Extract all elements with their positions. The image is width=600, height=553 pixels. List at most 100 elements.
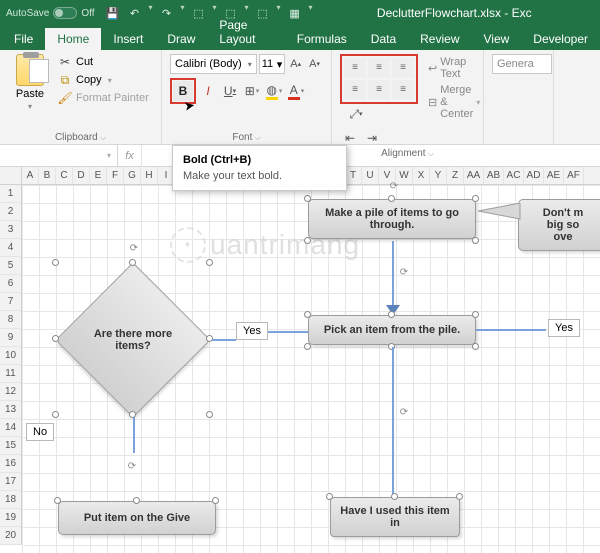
row-18[interactable]: 18 — [0, 491, 21, 509]
row-6[interactable]: 6 — [0, 275, 21, 293]
row-16[interactable]: 16 — [0, 455, 21, 473]
selection-handle[interactable] — [326, 493, 333, 500]
col-C[interactable]: C — [56, 167, 73, 184]
increase-font-button[interactable]: A▴ — [287, 54, 304, 74]
selection-handle[interactable] — [52, 259, 59, 266]
rotate-handle-icon[interactable]: ⟳ — [126, 461, 138, 473]
tab-formulas[interactable]: Formulas — [285, 28, 359, 50]
rotate-handle-icon[interactable]: ⟳ — [398, 267, 410, 279]
rotate-handle-icon[interactable]: ⟳ — [128, 243, 140, 255]
selection-handle[interactable] — [212, 497, 219, 504]
row-10[interactable]: 10 — [0, 347, 21, 365]
decrease-font-button[interactable]: A▾ — [306, 54, 323, 74]
select-all-corner[interactable] — [0, 167, 22, 184]
autosave-switch[interactable] — [53, 7, 77, 19]
align-bottom-center[interactable]: ≡ — [368, 80, 390, 100]
flow-shape-side-note[interactable]: Don't m big so ove — [518, 199, 600, 251]
cut-button[interactable]: ✂Cut — [56, 54, 151, 70]
col-G[interactable]: G — [124, 167, 141, 184]
col-Y[interactable]: Y — [430, 167, 447, 184]
row-15[interactable]: 15 — [0, 437, 21, 455]
row-5[interactable]: 5 — [0, 257, 21, 275]
autosave-toggle[interactable]: AutoSave Off — [6, 7, 95, 19]
qat-custom-1-icon[interactable]: ⬚ — [189, 3, 209, 23]
selection-handle[interactable] — [54, 497, 61, 504]
wrap-text-button[interactable]: ↩Wrap Text — [424, 54, 484, 82]
selection-handle[interactable] — [472, 311, 479, 318]
col-AD[interactable]: AD — [524, 167, 544, 184]
selection-handle[interactable] — [129, 259, 136, 266]
align-bottom-right[interactable]: ≡ — [392, 80, 414, 100]
row-14[interactable]: 14 — [0, 419, 21, 437]
align-top-right[interactable]: ≡ — [392, 58, 414, 78]
fill-color-button[interactable]: ◍ — [264, 81, 284, 101]
col-AC[interactable]: AC — [504, 167, 524, 184]
col-H[interactable]: H — [141, 167, 158, 184]
col-X[interactable]: X — [413, 167, 430, 184]
tab-developer[interactable]: Developer — [521, 28, 600, 50]
selection-handle[interactable] — [52, 411, 59, 418]
col-AE[interactable]: AE — [544, 167, 564, 184]
row-12[interactable]: 12 — [0, 383, 21, 401]
col-AF[interactable]: AF — [564, 167, 584, 184]
qat-custom-4-icon[interactable]: ▦ — [285, 3, 305, 23]
number-format-select[interactable]: Genera — [492, 54, 552, 74]
qat-drop-4[interactable]: ▾ — [307, 3, 315, 23]
rotate-handle-icon[interactable]: ⟳ — [398, 407, 410, 419]
merge-center-button[interactable]: ⊟Merge & Center — [424, 82, 484, 122]
align-top-left[interactable]: ≡ — [344, 58, 366, 78]
row-20[interactable]: 20 — [0, 527, 21, 545]
selection-handle[interactable] — [388, 311, 395, 318]
row-3[interactable]: 3 — [0, 221, 21, 239]
row-1[interactable]: 1 — [0, 185, 21, 203]
col-AB[interactable]: AB — [484, 167, 504, 184]
row-8[interactable]: 8 — [0, 311, 21, 329]
col-B[interactable]: B — [39, 167, 56, 184]
font-color-button[interactable]: A — [286, 81, 306, 101]
selection-handle[interactable] — [304, 343, 311, 350]
tab-home[interactable]: Home — [45, 28, 101, 50]
selection-handle[interactable] — [206, 411, 213, 418]
selection-handle[interactable] — [133, 497, 140, 504]
col-Z[interactable]: Z — [447, 167, 464, 184]
tab-file[interactable]: File — [0, 28, 45, 50]
redo-icon[interactable]: ↷ — [157, 3, 177, 23]
copy-button[interactable]: ⧉Copy▾ — [56, 72, 151, 88]
selection-handle[interactable] — [304, 195, 311, 202]
bold-button[interactable]: B — [173, 81, 193, 101]
row-17[interactable]: 17 — [0, 473, 21, 491]
tab-view[interactable]: View — [472, 28, 522, 50]
redo-dropdown[interactable]: ▾ — [179, 3, 187, 23]
underline-button[interactable]: U▾ — [220, 81, 240, 101]
name-box[interactable]: ▾ — [0, 145, 118, 167]
row-4[interactable]: 4 — [0, 239, 21, 257]
col-U[interactable]: U — [362, 167, 379, 184]
col-F[interactable]: F — [107, 167, 124, 184]
fx-icon[interactable]: fx — [118, 145, 142, 167]
increase-indent-button[interactable]: ⇥ — [362, 128, 382, 148]
flow-shape-make-pile[interactable]: Make a pile of items to go through. — [308, 199, 476, 239]
col-D[interactable]: D — [73, 167, 90, 184]
selection-handle[interactable] — [472, 237, 479, 244]
row-7[interactable]: 7 — [0, 293, 21, 311]
selection-handle[interactable] — [391, 493, 398, 500]
align-bottom-left[interactable]: ≡ — [344, 80, 366, 100]
borders-button[interactable]: ⊞ — [242, 81, 262, 101]
row-9[interactable]: 9 — [0, 329, 21, 347]
col-E[interactable]: E — [90, 167, 107, 184]
format-painter-button[interactable]: 🖌Format Painter — [56, 90, 151, 106]
selection-handle[interactable] — [472, 343, 479, 350]
col-AA[interactable]: AA — [464, 167, 484, 184]
selection-handle[interactable] — [472, 195, 479, 202]
tab-data[interactable]: Data — [359, 28, 408, 50]
selection-handle[interactable] — [456, 493, 463, 500]
selection-handle[interactable] — [304, 311, 311, 318]
selection-handle[interactable] — [388, 195, 395, 202]
selection-handle[interactable] — [304, 237, 311, 244]
col-A[interactable]: A — [22, 167, 39, 184]
font-size-select[interactable]: 11▾ — [259, 54, 286, 74]
undo-icon[interactable]: ↶ — [125, 3, 145, 23]
col-T[interactable]: T — [345, 167, 362, 184]
row-2[interactable]: 2 — [0, 203, 21, 221]
rotate-handle-icon[interactable]: ⟳ — [388, 181, 400, 193]
